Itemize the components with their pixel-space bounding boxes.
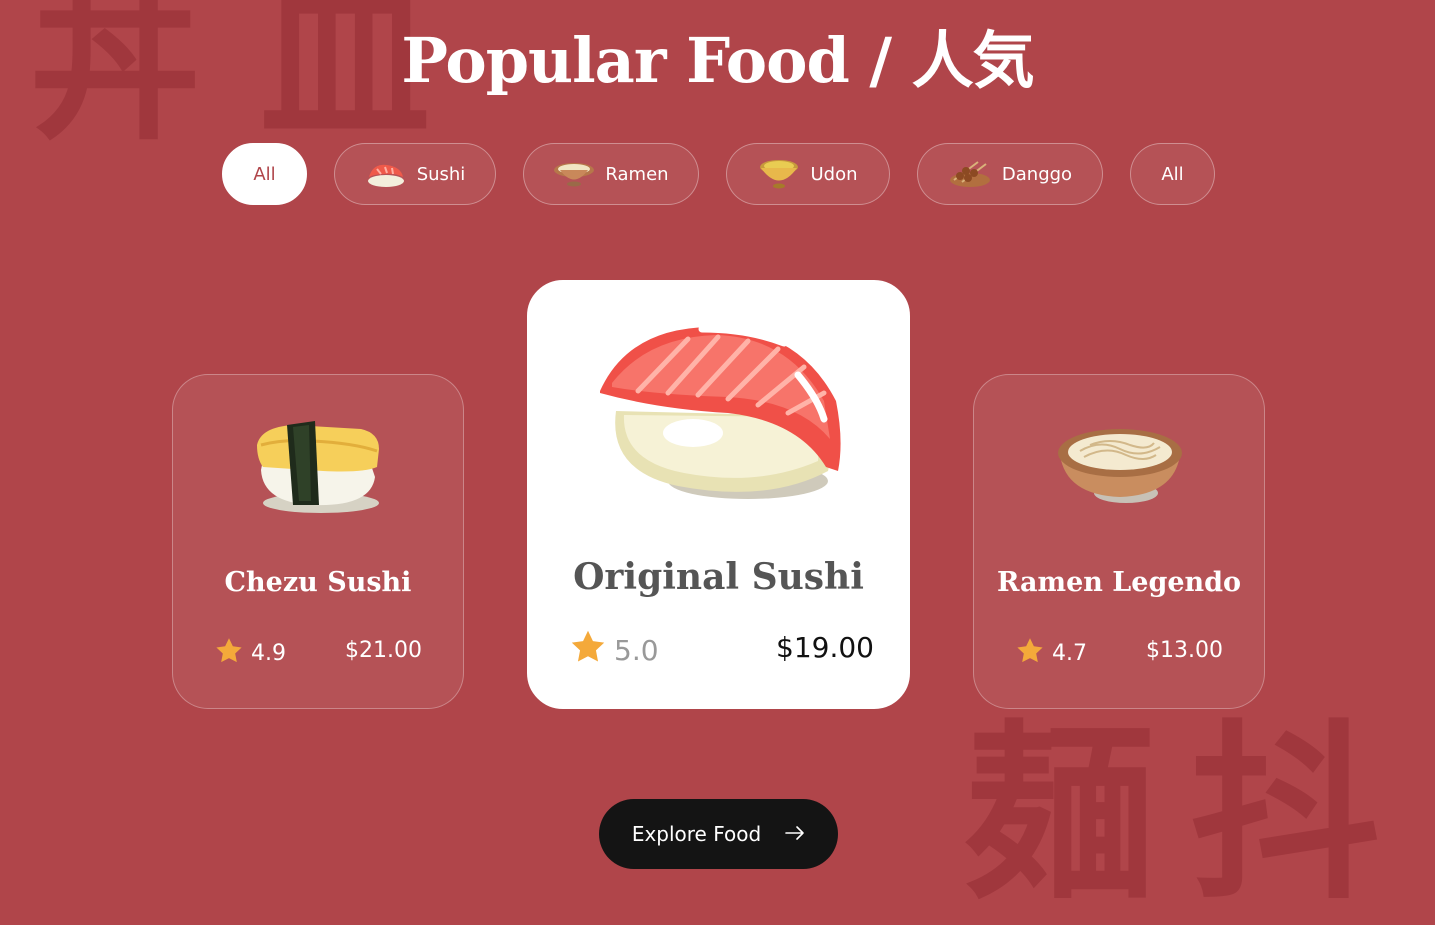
sushi-icon	[365, 159, 407, 189]
filter-chip-all[interactable]: All	[222, 143, 307, 205]
explore-food-button[interactable]: Explore Food	[599, 799, 838, 869]
filter-chip-all-secondary[interactable]: All	[1130, 143, 1215, 205]
page-title: Popular Food / 人気	[401, 24, 1034, 97]
filter-chip-label: All	[1161, 163, 1184, 185]
star-icon	[215, 637, 243, 670]
food-card-chezu-sushi[interactable]: Chezu Sushi 4.9 $21.00	[172, 374, 464, 709]
card-rating: 5.0	[570, 629, 659, 671]
filter-chip-danggo[interactable]: Danggo	[917, 143, 1103, 205]
food-card-ramen-legendo[interactable]: Ramen Legendo 4.7 $13.00	[973, 374, 1265, 709]
filter-chip-label: Udon	[810, 163, 858, 185]
filter-chip-label: Ramen	[605, 163, 669, 185]
ramen-bowl-icon	[1056, 423, 1184, 514]
card-price: $19.00	[776, 631, 874, 664]
card-price: $13.00	[1146, 638, 1223, 663]
rating-value: 5.0	[614, 633, 659, 667]
card-title: Chezu Sushi	[224, 567, 412, 598]
star-icon	[570, 629, 606, 671]
filter-chip-udon[interactable]: Udon	[726, 143, 890, 205]
background-kanji-decoration: 麺	[965, 704, 1156, 925]
card-price: $21.00	[345, 638, 422, 663]
background-kanji-decoration: 抖	[1190, 704, 1381, 925]
tamago-sushi-icon	[253, 415, 383, 520]
salmon-sushi-icon	[598, 321, 846, 516]
explore-food-label: Explore Food	[631, 822, 762, 846]
udon-bowl-icon	[758, 157, 800, 191]
card-rating: 4.9	[215, 637, 286, 670]
dango-skewer-icon	[948, 158, 992, 190]
arrow-right-icon	[785, 822, 805, 846]
rating-value: 4.9	[251, 641, 286, 666]
card-title: Ramen Legendo	[996, 567, 1242, 598]
rating-value: 4.7	[1052, 641, 1087, 666]
filter-chip-label: Sushi	[416, 163, 466, 185]
card-title: Original Sushi	[573, 556, 864, 598]
food-card-original-sushi[interactable]: Original Sushi 5.0 $19.00	[527, 280, 910, 709]
ramen-bowl-icon	[553, 159, 595, 189]
star-icon	[1016, 637, 1044, 670]
filter-chip-label: Danggo	[1001, 163, 1073, 185]
filter-chip-sushi[interactable]: Sushi	[334, 143, 496, 205]
card-rating: 4.7	[1016, 637, 1087, 670]
filter-chip-label: All	[253, 163, 276, 185]
filter-chip-ramen[interactable]: Ramen	[523, 143, 699, 205]
